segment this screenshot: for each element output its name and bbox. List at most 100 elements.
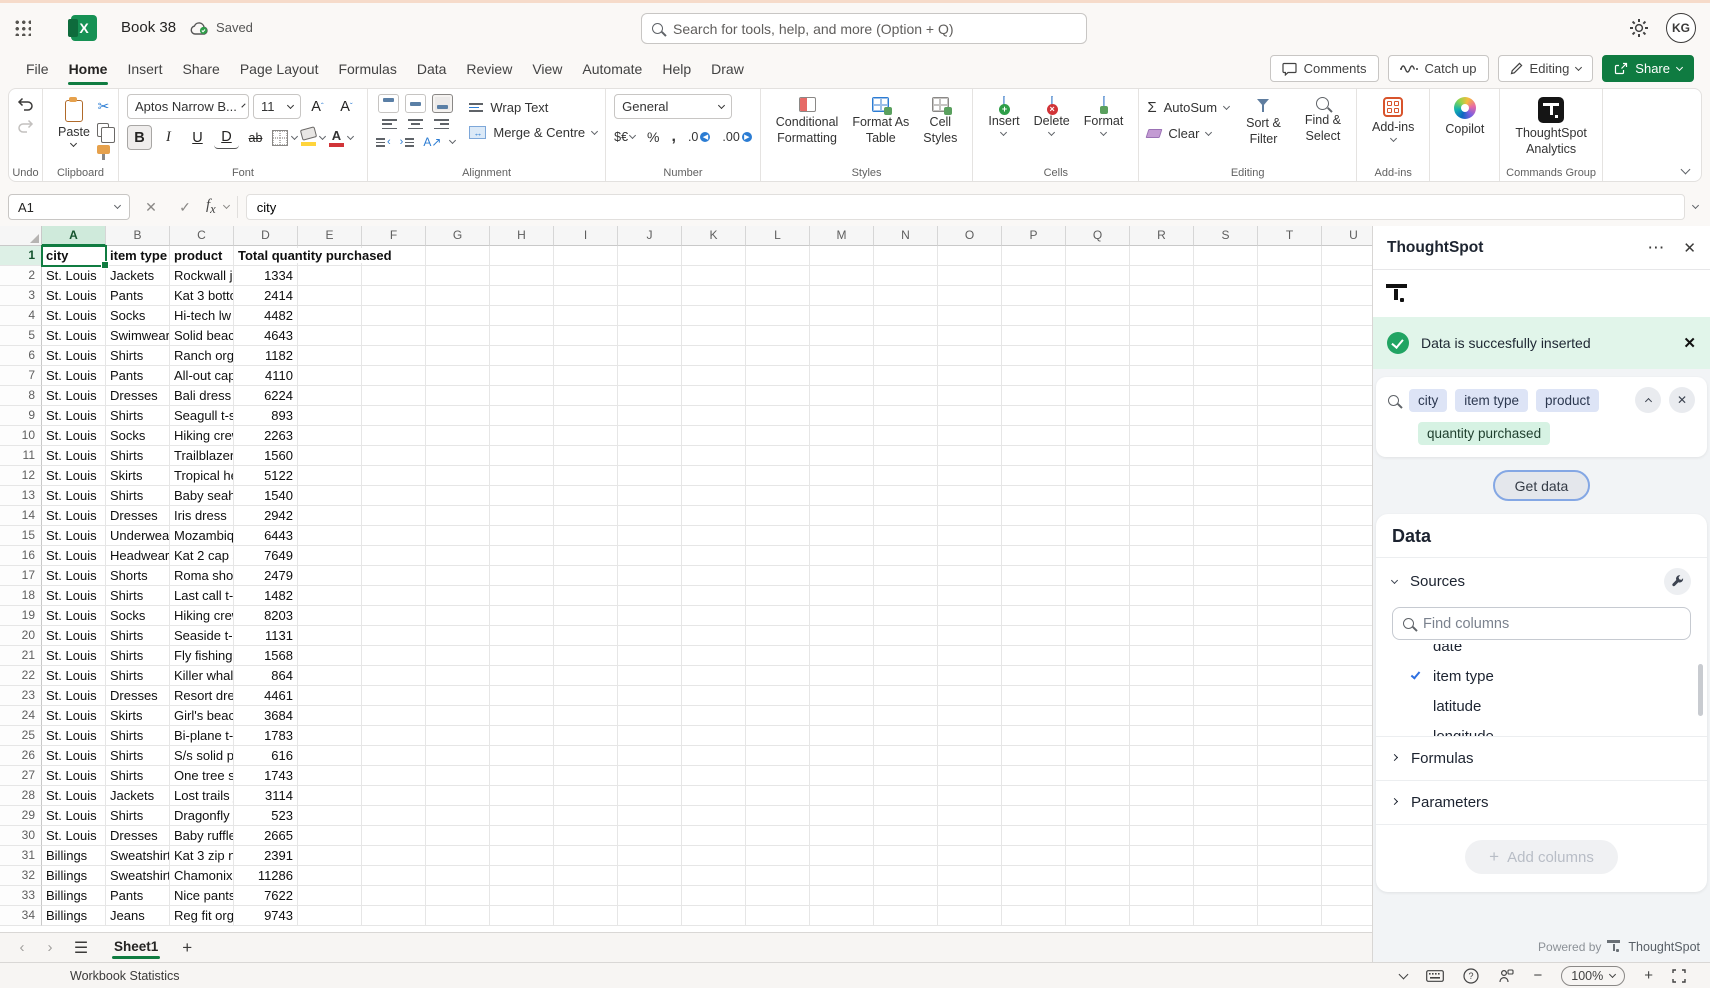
cell[interactable] (746, 806, 810, 826)
cell[interactable]: 3684 (234, 706, 298, 726)
cell[interactable] (618, 426, 682, 446)
cell[interactable]: city (42, 246, 106, 266)
cell[interactable] (362, 306, 426, 326)
cell[interactable] (874, 346, 938, 366)
increase-font-size-button[interactable]: Aˆ (305, 94, 330, 119)
cell[interactable]: St. Louis (42, 366, 106, 386)
comments-button[interactable]: Comments (1270, 55, 1379, 82)
cell[interactable] (554, 686, 618, 706)
cell[interactable]: 6224 (234, 386, 298, 406)
cell[interactable] (1322, 746, 1372, 766)
cell[interactable] (490, 906, 554, 926)
cell[interactable] (1130, 306, 1194, 326)
cell[interactable] (874, 766, 938, 786)
cell[interactable] (1130, 426, 1194, 446)
cell[interactable] (1322, 326, 1372, 346)
cell[interactable] (1322, 846, 1372, 866)
cell[interactable] (1130, 386, 1194, 406)
cell[interactable] (426, 646, 490, 666)
cell[interactable]: One tree sh (170, 766, 234, 786)
cell[interactable] (1258, 866, 1322, 886)
cell[interactable] (1194, 306, 1258, 326)
cell[interactable] (1194, 586, 1258, 606)
insert-function-icon[interactable]: fx (206, 197, 216, 217)
cell[interactable] (554, 286, 618, 306)
cell[interactable] (874, 246, 938, 266)
cell[interactable] (1194, 606, 1258, 626)
cell[interactable] (1258, 506, 1322, 526)
cell[interactable]: 1568 (234, 646, 298, 666)
cell[interactable] (426, 286, 490, 306)
cell[interactable]: 4110 (234, 366, 298, 386)
cell[interactable] (618, 546, 682, 566)
cell[interactable] (1066, 606, 1130, 626)
cell[interactable] (938, 446, 1002, 466)
cell[interactable]: Seaside t-s (170, 626, 234, 646)
decrease-indent-icon[interactable]: ‹ (376, 136, 391, 148)
cell[interactable]: All-out cap (170, 366, 234, 386)
cell[interactable] (746, 546, 810, 566)
cell[interactable] (874, 286, 938, 306)
cell[interactable] (362, 806, 426, 826)
cell[interactable]: Dresses (106, 506, 170, 526)
cell[interactable] (1066, 506, 1130, 526)
row-header-13[interactable]: 13 (0, 486, 42, 506)
cell[interactable] (362, 906, 426, 926)
cell[interactable] (618, 286, 682, 306)
cell[interactable] (1002, 786, 1066, 806)
cell[interactable] (810, 626, 874, 646)
cell[interactable] (1066, 666, 1130, 686)
cell[interactable] (298, 406, 362, 426)
cell[interactable] (554, 426, 618, 446)
cell[interactable] (298, 546, 362, 566)
cell[interactable] (746, 466, 810, 486)
cell[interactable] (618, 626, 682, 646)
cell[interactable] (1066, 906, 1130, 926)
cell[interactable]: Shirts (106, 446, 170, 466)
cell[interactable] (1002, 586, 1066, 606)
cell[interactable] (426, 466, 490, 486)
cell[interactable]: Shirts (106, 346, 170, 366)
cell[interactable] (682, 886, 746, 906)
cell[interactable]: Last call t- (170, 586, 234, 606)
cell[interactable] (490, 346, 554, 366)
col-header-U[interactable]: U (1322, 226, 1372, 246)
cell[interactable] (298, 686, 362, 706)
cell[interactable] (426, 346, 490, 366)
cell[interactable] (1194, 326, 1258, 346)
zoom-in-icon[interactable]: + (1644, 967, 1653, 984)
cell[interactable] (1194, 826, 1258, 846)
cell[interactable] (1002, 486, 1066, 506)
cell[interactable] (298, 706, 362, 726)
cell[interactable] (1258, 266, 1322, 286)
cell[interactable] (362, 426, 426, 446)
cell[interactable] (1194, 806, 1258, 826)
menu-tab-view[interactable]: View (522, 54, 572, 84)
cell[interactable] (1002, 446, 1066, 466)
cell[interactable] (682, 266, 746, 286)
cell[interactable] (362, 566, 426, 586)
cell[interactable] (1258, 766, 1322, 786)
cell[interactable] (746, 846, 810, 866)
cell[interactable] (1322, 466, 1372, 486)
cell[interactable] (1002, 646, 1066, 666)
cell[interactable]: Resort dre (170, 686, 234, 706)
cell[interactable] (1066, 646, 1130, 666)
cell[interactable] (1002, 266, 1066, 286)
cell[interactable] (490, 366, 554, 386)
cell[interactable] (1322, 786, 1372, 806)
cell[interactable] (1130, 546, 1194, 566)
cell[interactable] (362, 606, 426, 626)
col-header-S[interactable]: S (1194, 226, 1258, 246)
cell[interactable]: St. Louis (42, 666, 106, 686)
cell[interactable] (1130, 406, 1194, 426)
cell[interactable]: Shirts (106, 406, 170, 426)
row-header-12[interactable]: 12 (0, 466, 42, 486)
cell[interactable] (1002, 906, 1066, 926)
redo-icon[interactable] (17, 119, 34, 134)
cell[interactable] (1130, 886, 1194, 906)
cell[interactable]: 1131 (234, 626, 298, 646)
cell[interactable] (1130, 646, 1194, 666)
cell[interactable] (1066, 266, 1130, 286)
cell[interactable] (810, 606, 874, 626)
